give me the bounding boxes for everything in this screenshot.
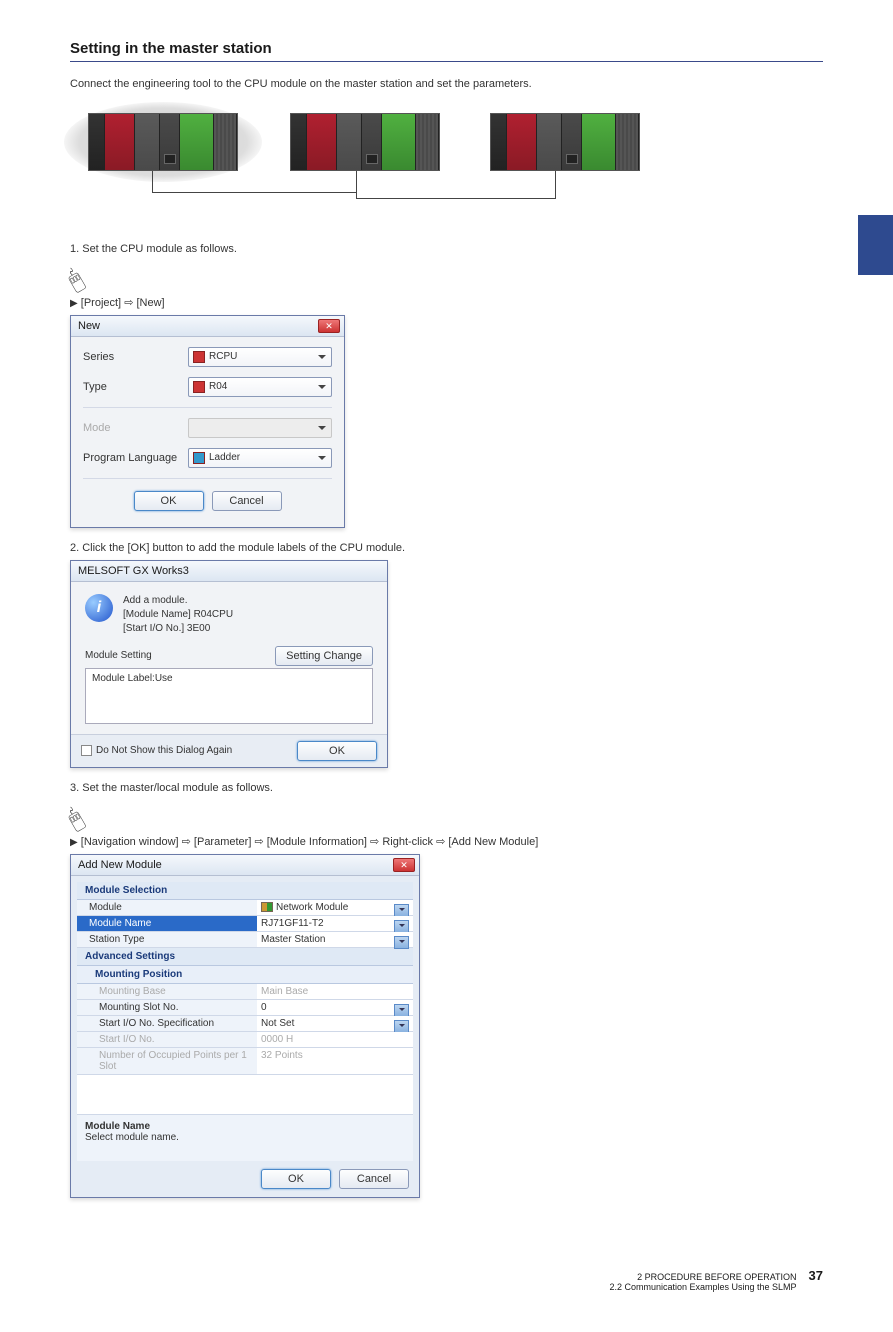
pg-section-modsel: Module Selection bbox=[77, 882, 413, 900]
pg-pts-k: Number of Occupied Points per 1 Slot bbox=[77, 1048, 257, 1074]
device-master bbox=[88, 113, 238, 171]
wire-1 bbox=[152, 171, 356, 193]
series-icon bbox=[193, 351, 205, 363]
pg-iospec-k: Start I/O No. Specification bbox=[77, 1016, 257, 1031]
intro-text: Connect the engineering tool to the CPU … bbox=[70, 76, 823, 93]
pg-slot-k: Mounting Slot No. bbox=[77, 1000, 257, 1015]
pg-module-v-text: Network Module bbox=[276, 902, 348, 913]
series-combo[interactable]: RCPU bbox=[188, 347, 332, 367]
label-mode: Mode bbox=[83, 422, 188, 434]
lang-value: Ladder bbox=[209, 452, 240, 463]
info-icon: i bbox=[85, 594, 113, 622]
nav-arrow-icon: ▶ bbox=[70, 298, 78, 309]
msg-line2: [Module Name] R04CPU bbox=[123, 608, 233, 622]
pg-section-mount: Mounting Position bbox=[77, 966, 413, 984]
module-setting-label: Module Setting bbox=[85, 650, 152, 661]
pg-base-v: Main Base bbox=[257, 984, 413, 999]
step-1: 1. Set the CPU module as follows. bbox=[70, 243, 823, 255]
type-value: R04 bbox=[209, 381, 227, 392]
pg-pts-v: 32 Points bbox=[257, 1048, 413, 1074]
section-heading: Setting in the master station bbox=[70, 40, 823, 62]
dialog-add-title: Add New Module ✕ bbox=[71, 855, 419, 876]
dialog-new-title: New ✕ bbox=[71, 316, 344, 337]
pg-io-v: 0000 H bbox=[257, 1032, 413, 1047]
dialog-msgbox-title: MELSOFT GX Works3 bbox=[71, 561, 387, 582]
dialog-new-title-text: New bbox=[78, 320, 100, 332]
pg-station-v-text: Master Station bbox=[261, 934, 325, 945]
module-label-use: Module Label:Use bbox=[92, 673, 173, 684]
pg-desc-text: Select module name. bbox=[85, 1132, 179, 1143]
device-local-1 bbox=[290, 113, 440, 171]
pg-modname-k: Module Name bbox=[77, 916, 257, 931]
nav1-prefix: [Project] bbox=[81, 297, 121, 309]
msgbox-ok-button[interactable]: OK bbox=[297, 741, 377, 761]
device-local-2 bbox=[490, 113, 640, 171]
label-type: Type bbox=[83, 381, 188, 393]
series-value: RCPU bbox=[209, 351, 237, 362]
dont-show-label: Do Not Show this Dialog Again bbox=[96, 745, 232, 756]
pg-module-v[interactable]: Network Module bbox=[257, 900, 413, 915]
pg-iospec-v-text: Not Set bbox=[261, 1018, 294, 1029]
pg-whitespace bbox=[77, 1075, 413, 1115]
dialog-new: New ✕ Series RCPU Type R04 Mode Program … bbox=[70, 315, 345, 528]
device-diagram bbox=[70, 103, 823, 233]
pg-io-k: Start I/O No. bbox=[77, 1032, 257, 1047]
nav1-arrow: ⇨ bbox=[124, 297, 133, 309]
add-cancel-button[interactable]: Cancel bbox=[339, 1169, 409, 1189]
page-tab bbox=[858, 215, 893, 275]
wire-2 bbox=[356, 171, 556, 199]
nav2-text: [Navigation window] ⇨ [Parameter] ⇨ [Mod… bbox=[81, 836, 539, 848]
mouse-icon-2: 🖱 bbox=[63, 803, 88, 835]
module-setting-area: Module Label:Use bbox=[85, 668, 373, 724]
dont-show-checkbox[interactable] bbox=[81, 745, 92, 756]
nav1-item: [New] bbox=[136, 297, 164, 309]
msg-line1: Add a module. bbox=[123, 594, 233, 608]
mouse-icon: 🖱 bbox=[63, 264, 88, 296]
label-series: Series bbox=[83, 351, 188, 363]
step-3: 3. Set the master/local module as follow… bbox=[70, 782, 823, 794]
pg-module-k: Module bbox=[77, 900, 257, 915]
pg-slot-v[interactable]: 0 bbox=[257, 1000, 413, 1015]
step-2: 2. Click the [OK] button to add the modu… bbox=[70, 542, 823, 554]
pg-section-adv: Advanced Settings bbox=[77, 948, 413, 966]
type-icon bbox=[193, 381, 205, 393]
footer-sec1: 2 PROCEDURE BEFORE OPERATION bbox=[609, 1272, 796, 1282]
pg-modname-v-text: RJ71GF11-T2 bbox=[261, 918, 324, 929]
lang-combo[interactable]: Ladder bbox=[188, 448, 332, 468]
nav-path-1: ▶ [Project] ⇨ [New] bbox=[70, 296, 823, 309]
dialog-msgbox: MELSOFT GX Works3 i Add a module. [Modul… bbox=[70, 560, 388, 768]
type-combo[interactable]: R04 bbox=[188, 377, 332, 397]
dialog-add-module: Add New Module ✕ Module Selection Module… bbox=[70, 854, 420, 1198]
dialog-add-title-text: Add New Module bbox=[78, 859, 162, 871]
nav-arrow-icon-2: ▶ bbox=[70, 837, 78, 848]
add-ok-button[interactable]: OK bbox=[261, 1169, 331, 1189]
msg-line3: [Start I/O No.] 3E00 bbox=[123, 622, 233, 636]
pg-station-v[interactable]: Master Station bbox=[257, 932, 413, 947]
network-module-icon bbox=[261, 902, 273, 912]
cancel-button[interactable]: Cancel bbox=[212, 491, 282, 511]
msgbox-text: Add a module. [Module Name] R04CPU [Star… bbox=[123, 594, 233, 636]
pg-description: Module Name Select module name. bbox=[77, 1115, 413, 1161]
pg-modname-v[interactable]: RJ71GF11-T2 bbox=[257, 916, 413, 931]
pg-iospec-v[interactable]: Not Set bbox=[257, 1016, 413, 1031]
close-icon[interactable]: ✕ bbox=[318, 319, 340, 333]
footer-page: 37 bbox=[809, 1268, 823, 1283]
pg-base-k: Mounting Base bbox=[77, 984, 257, 999]
pg-station-k: Station Type bbox=[77, 932, 257, 947]
mode-combo bbox=[188, 418, 332, 438]
pg-slot-v-text: 0 bbox=[261, 1002, 267, 1013]
nav-path-2: ▶ [Navigation window] ⇨ [Parameter] ⇨ [M… bbox=[70, 835, 823, 848]
close-icon-2[interactable]: ✕ bbox=[393, 858, 415, 872]
pg-desc-title: Module Name bbox=[85, 1121, 150, 1132]
label-lang: Program Language bbox=[83, 452, 188, 464]
ladder-icon bbox=[193, 452, 205, 464]
ok-button[interactable]: OK bbox=[134, 491, 204, 511]
setting-change-button[interactable]: Setting Change bbox=[275, 646, 373, 666]
page-footer: 2 PROCEDURE BEFORE OPERATION 2.2 Communi… bbox=[70, 1268, 823, 1292]
footer-sec2: 2.2 Communication Examples Using the SLM… bbox=[609, 1282, 796, 1292]
